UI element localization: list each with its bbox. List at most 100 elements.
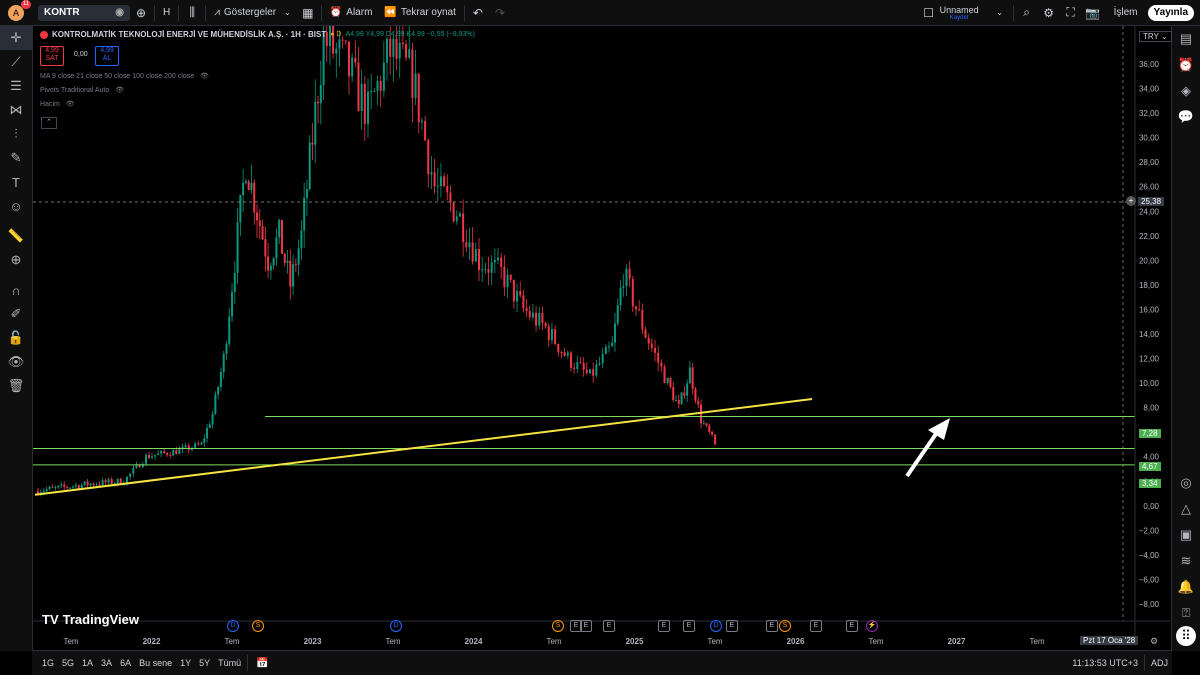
axis-settings-gear-icon[interactable]: ⚙ — [1150, 636, 1158, 647]
brush-icon[interactable]: ✎ — [0, 146, 32, 170]
ruler-icon[interactable]: 📏 — [0, 224, 32, 248]
visibility-eye-icon[interactable]: 👁 — [115, 87, 124, 94]
help-icon[interactable]: ⍰ — [1172, 600, 1200, 626]
candle-body — [669, 378, 672, 387]
trade-button[interactable]: İşlem — [1108, 0, 1144, 25]
zoom-in-icon[interactable]: ⊕ — [0, 248, 32, 272]
visibility-eye-icon[interactable]: 👁 — [66, 101, 75, 108]
settings-gear-icon[interactable]: ⚙ — [1038, 2, 1060, 24]
fib-retracement-icon[interactable]: ☰ — [0, 74, 32, 98]
alerts-clock-icon[interactable]: ⏰ — [1172, 52, 1200, 78]
watchlist-icon[interactable]: ▤ — [1172, 26, 1200, 52]
candle-body — [420, 120, 423, 123]
compare-add-icon[interactable]: ⊕ — [130, 2, 152, 24]
price-chart[interactable]: 36,00 34,00 32,00 30,00 28,00 26,00 24,00 22,00… — [33, 26, 1170, 646]
magnet-icon[interactable]: ∩ — [0, 278, 32, 302]
earnings-event-icon[interactable]: E — [810, 620, 822, 632]
range-button[interactable]: 6A — [116, 658, 135, 668]
range-button[interactable]: 5G — [58, 658, 78, 668]
candle-body — [395, 38, 398, 59]
earnings-event-icon[interactable]: E — [766, 620, 778, 632]
plus-circle-icon[interactable]: + — [1126, 196, 1136, 206]
support-trendline[interactable] — [34, 398, 813, 496]
earnings-event-icon[interactable]: E — [683, 620, 695, 632]
dividend-event-icon[interactable]: D — [710, 620, 722, 632]
tradingview-logo[interactable]: TV TradingView — [42, 612, 139, 627]
replay-button[interactable]: ⏪ Tekrar oynat — [378, 0, 461, 25]
split-event-icon[interactable]: S — [552, 620, 564, 632]
collapse-legend-icon[interactable]: ⌃ — [41, 117, 57, 129]
earnings-event-icon[interactable]: E — [658, 620, 670, 632]
pattern-icon[interactable]: ⋈ — [0, 98, 32, 122]
range-button[interactable]: 1A — [78, 658, 97, 668]
alarm-button[interactable]: ⏰ Alarm — [324, 0, 379, 25]
lock-drawing-icon[interactable]: ✐ — [0, 302, 32, 326]
trash-icon[interactable]: 🗑 — [0, 374, 32, 398]
notifications-bell-icon[interactable]: 🔔 — [1172, 574, 1200, 600]
dividend-event-icon[interactable]: D — [227, 620, 239, 632]
goto-date-icon[interactable]: 📅 — [250, 658, 274, 669]
range-button[interactable]: Tümü — [214, 658, 245, 668]
range-button[interactable]: 3A — [97, 658, 116, 668]
layout-name-button[interactable]: Unnamed Kaydet — [940, 5, 979, 21]
target-icon[interactable]: ◎ — [1172, 470, 1200, 496]
templates-icon[interactable]: ▦ — [297, 2, 319, 24]
lock-icon[interactable]: 🔓 — [0, 326, 32, 350]
crosshair-icon[interactable]: ✛ — [0, 26, 32, 50]
symbol-search[interactable]: KONTR ◉ — [38, 4, 130, 21]
layout-menu-chevron-icon[interactable]: ⌄ — [989, 2, 1011, 24]
trend-line-icon[interactable]: ⟋ — [0, 50, 32, 74]
eye-icon[interactable]: 👁 — [0, 350, 32, 374]
interval-button[interactable]: H — [157, 0, 176, 25]
earnings-event-icon[interactable]: E — [726, 620, 738, 632]
user-avatar[interactable]: A 11 — [8, 0, 31, 21]
candle-body — [573, 367, 576, 369]
indicators-button[interactable]: ⩘ Göstergeler ⌄ — [208, 0, 297, 25]
redo-icon[interactable]: ↷ — [489, 2, 511, 24]
layout-checkbox-icon[interactable]: ☐ — [918, 2, 940, 24]
dividend-event-icon[interactable]: D — [390, 620, 402, 632]
layers-icon[interactable]: ◈ — [1172, 78, 1200, 104]
calendar-icon[interactable]: ▣ — [1172, 522, 1200, 548]
range-button[interactable]: 5Y — [195, 658, 214, 668]
earnings-event-icon[interactable]: E — [603, 620, 615, 632]
upcoming-event-icon[interactable]: ⚡ — [866, 620, 878, 632]
clock[interactable]: 11:13:53 UTC+3 — [1068, 658, 1142, 668]
chat-icon[interactable]: 💬 — [1172, 104, 1200, 130]
text-icon[interactable]: T — [0, 170, 32, 194]
candle-body — [217, 386, 220, 395]
range-button[interactable]: 1G — [38, 658, 58, 668]
range-button[interactable]: Bu sene — [135, 658, 176, 668]
annotation-arrow[interactable] — [905, 418, 950, 478]
candle-type-icon[interactable]: ⫼ — [181, 2, 203, 24]
quick-search-icon[interactable]: ⌕ — [1016, 2, 1038, 24]
publish-button[interactable]: Yayınla — [1147, 4, 1194, 21]
candle-body — [256, 212, 258, 221]
camera-snapshot-icon[interactable]: 📷 — [1082, 2, 1104, 24]
earnings-event-icon[interactable]: E — [580, 620, 592, 632]
currency-selector[interactable]: TRY ⌄ — [1139, 31, 1172, 42]
sell-button[interactable]: 4,99 SAT — [40, 46, 64, 66]
symbol-name: KONTR — [44, 7, 80, 18]
candle-body — [625, 268, 628, 286]
fullscreen-icon[interactable]: ⛶ — [1060, 2, 1082, 24]
adj-toggle[interactable]: ADJ — [1147, 658, 1172, 668]
pivots-indicator-row[interactable]: Pivots Traditional Auto 👁 — [40, 86, 124, 94]
buy-button[interactable]: 4,99 AL — [95, 46, 119, 66]
emoji-icon[interactable]: ☺ — [0, 194, 32, 218]
volume-indicator-row[interactable]: Hacim 👁 — [40, 100, 75, 108]
price-tick-label: 18,00 — [1139, 281, 1160, 290]
range-button[interactable]: 1Y — [176, 658, 195, 668]
split-event-icon[interactable]: S — [779, 620, 791, 632]
ideas-icon[interactable]: △ — [1172, 496, 1200, 522]
split-event-icon[interactable]: S — [252, 620, 264, 632]
price-axis[interactable]: 36,00 34,00 32,00 30,00 28,00 26,00 24,00 22,00… — [1139, 60, 1160, 609]
ma-indicator-row[interactable]: MA 9 close 21 close 50 close 100 close 2… — [40, 72, 209, 80]
stream-icon[interactable]: ≋ — [1172, 548, 1200, 574]
time-axis[interactable]: Tem 2022 Tem 2023 Tem 2024 Tem 2025 Tem 2026 Tem 20… — [63, 637, 1044, 646]
apps-grid-icon[interactable]: ⠿ — [1176, 626, 1196, 646]
prediction-icon[interactable]: ⫶ — [0, 122, 32, 146]
earnings-event-icon[interactable]: E — [846, 620, 858, 632]
undo-icon[interactable]: ↶ — [467, 2, 489, 24]
visibility-eye-icon[interactable]: 👁 — [200, 73, 209, 80]
